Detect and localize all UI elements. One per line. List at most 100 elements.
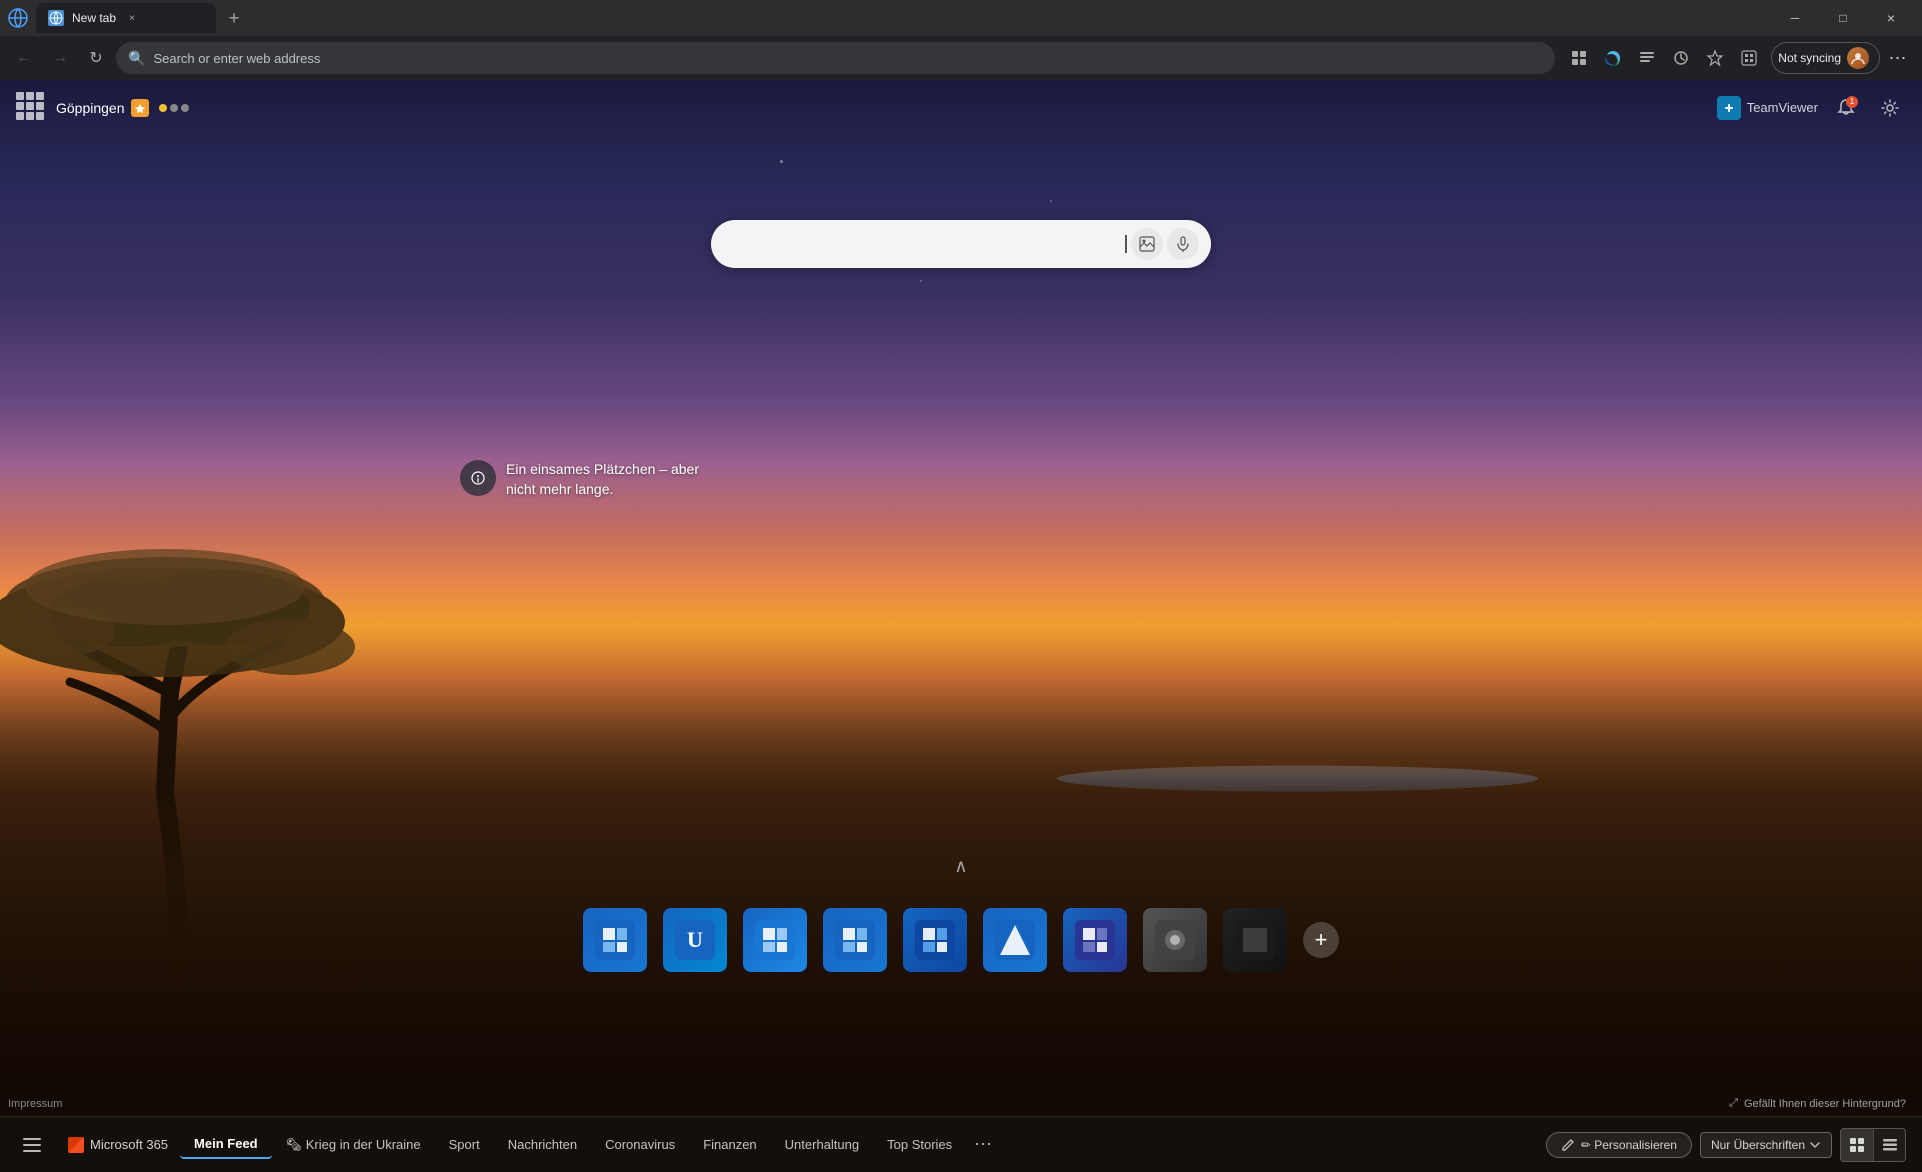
- quick-link-icon-4: [823, 908, 887, 972]
- search-box-container: [711, 220, 1211, 268]
- footer-nav-coronavirus[interactable]: Coronavirus: [591, 1131, 689, 1158]
- quick-link-icon-3: [743, 908, 807, 972]
- refresh-button[interactable]: ↻: [80, 42, 112, 74]
- info-bubble: Ein einsames Plätzchen – aber nicht mehr…: [460, 460, 706, 499]
- nav-label: Finanzen: [703, 1137, 756, 1152]
- voice-search-icon[interactable]: [1167, 228, 1199, 260]
- location-badge: [131, 99, 149, 117]
- quick-link-icon-5: [903, 908, 967, 972]
- tab-favicon: [48, 10, 64, 26]
- quick-link-2[interactable]: U: [663, 908, 727, 972]
- search-icons: [1131, 228, 1199, 260]
- search-icon: 🔍: [128, 50, 145, 67]
- footer-menu-button[interactable]: [16, 1129, 48, 1161]
- apps-grid-button[interactable]: [16, 92, 48, 124]
- edge-profile-icon[interactable]: [1597, 42, 1629, 74]
- grid-dot: [36, 112, 44, 120]
- maximize-button[interactable]: □: [1820, 3, 1866, 33]
- notification-badge: 1: [1846, 96, 1858, 108]
- expand-icon: ⤢: [1729, 1097, 1738, 1110]
- impressum-link[interactable]: Impressum: [8, 1098, 62, 1110]
- back-button[interactable]: ←: [8, 42, 40, 74]
- settings-button[interactable]: [1874, 92, 1906, 124]
- add-site-button[interactable]: +: [1303, 922, 1339, 958]
- nav-label: Top Stories: [887, 1137, 952, 1152]
- status-dots: [159, 104, 189, 112]
- svg-text:U: U: [687, 927, 703, 952]
- quick-link-1[interactable]: [583, 908, 647, 972]
- active-tab[interactable]: New tab ×: [36, 3, 216, 33]
- grid-dot: [16, 112, 24, 120]
- browser-more-button[interactable]: ⋯: [1882, 42, 1914, 74]
- background-credit[interactable]: ⤢ Gefällt Ihnen dieser Hintergrund?: [1729, 1097, 1906, 1110]
- notification-bell-button[interactable]: 1: [1830, 92, 1862, 124]
- grid-dot: [26, 112, 34, 120]
- quick-link-6[interactable]: [983, 908, 1047, 972]
- quick-link-4[interactable]: [823, 908, 887, 972]
- collapse-arrow-button[interactable]: ∧: [954, 856, 967, 877]
- image-search-icon[interactable]: [1131, 228, 1163, 260]
- quick-link-5[interactable]: [903, 908, 967, 972]
- new-tab-button[interactable]: +: [220, 4, 248, 32]
- favorites-icon[interactable]: [1699, 42, 1731, 74]
- nur-uberschriften-button[interactable]: Nur Überschriften: [1700, 1132, 1832, 1158]
- nav-label: Mein Feed: [194, 1136, 258, 1151]
- topbar-right: TeamViewer 1: [1717, 92, 1906, 124]
- search-input[interactable]: [727, 236, 1121, 252]
- footer-right: ✏ Personalisieren Nur Überschriften: [1546, 1128, 1906, 1162]
- footer-nav-nachrichten[interactable]: Nachrichten: [494, 1131, 591, 1158]
- nav-label: Coronavirus: [605, 1137, 675, 1152]
- address-bar-area: ← → ↻ 🔍 Search or enter web address: [0, 36, 1922, 80]
- menu-line-1: [23, 1138, 41, 1140]
- reader-mode-icon[interactable]: [1631, 42, 1663, 74]
- search-cursor: [1125, 235, 1127, 253]
- microsoft365-link[interactable]: Microsoft 365: [56, 1133, 180, 1157]
- window-controls: ─ □ ×: [1772, 3, 1914, 33]
- nav-label: Unterhaltung: [785, 1137, 859, 1152]
- grid-dot: [36, 92, 44, 100]
- teamviewer-icon: [1717, 96, 1741, 120]
- nt-topbar: Göppingen TeamViewer: [0, 80, 1922, 135]
- star-3: [920, 280, 922, 282]
- bg-credit-label: Gefällt Ihnen dieser Hintergrund?: [1744, 1098, 1906, 1110]
- new-tab-page: Göppingen TeamViewer: [0, 80, 1922, 1172]
- collections-icon[interactable]: [1733, 42, 1765, 74]
- info-bubble-icon: [460, 460, 496, 496]
- dot-1: [159, 104, 167, 112]
- quick-link-3[interactable]: [743, 908, 807, 972]
- view-toggle-buttons: [1840, 1128, 1906, 1162]
- grid-dot: [16, 102, 24, 110]
- footer-nav-unterhaltung[interactable]: Unterhaltung: [771, 1131, 873, 1158]
- grid-dot: [26, 102, 34, 110]
- close-window-button[interactable]: ×: [1868, 3, 1914, 33]
- not-syncing-button[interactable]: Not syncing: [1771, 42, 1880, 74]
- personalize-button[interactable]: ✏ Personalisieren: [1546, 1132, 1692, 1158]
- quick-link-icon-9: [1223, 908, 1287, 972]
- tab-label: New tab: [72, 11, 116, 25]
- search-box[interactable]: [711, 220, 1211, 268]
- address-bar[interactable]: 🔍 Search or enter web address: [116, 42, 1555, 74]
- footer-nav-ukraine[interactable]: 🗞 Krieg in der Ukraine: [272, 1131, 435, 1159]
- dot-2: [170, 104, 178, 112]
- grid-view-button[interactable]: [1841, 1129, 1873, 1161]
- list-view-button[interactable]: [1873, 1129, 1905, 1161]
- not-syncing-label: Not syncing: [1778, 51, 1841, 65]
- forward-button[interactable]: →: [44, 42, 76, 74]
- minimize-button[interactable]: ─: [1772, 3, 1818, 33]
- toolbar-icons: Not syncing ⋯: [1563, 42, 1914, 74]
- footer-more-button[interactable]: ⋯: [966, 1130, 1002, 1159]
- refresh-history-icon[interactable]: [1665, 42, 1697, 74]
- quick-link-7[interactable]: [1063, 908, 1127, 972]
- footer-nav-sport[interactable]: Sport: [435, 1131, 494, 1158]
- teamviewer-logo[interactable]: TeamViewer: [1717, 96, 1818, 120]
- quick-link-9[interactable]: [1223, 908, 1287, 972]
- extensions-icon[interactable]: [1563, 42, 1595, 74]
- tab-bar: New tab × + ─ □ ×: [0, 0, 1922, 36]
- footer-nav-top-stories[interactable]: Top Stories: [873, 1131, 966, 1158]
- footer-nav-mein-feed[interactable]: Mein Feed: [180, 1130, 272, 1159]
- quick-link-8[interactable]: [1143, 908, 1207, 972]
- grid-dot: [16, 92, 24, 100]
- tab-close-btn[interactable]: ×: [124, 10, 140, 26]
- footer-nav-finanzen[interactable]: Finanzen: [689, 1131, 770, 1158]
- ms365-icon: [68, 1137, 84, 1153]
